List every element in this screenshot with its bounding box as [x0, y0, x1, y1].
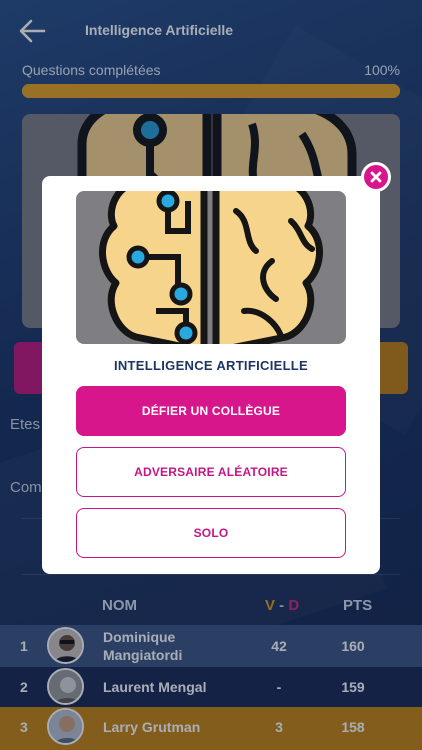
challenge-colleague-button[interactable]: DÉFIER UN COLLÈGUE [76, 386, 346, 436]
modal-category-image [76, 191, 346, 344]
game-mode-modal: INTELLIGENCE ARTIFICIELLE DÉFIER UN COLL… [42, 176, 380, 574]
close-button[interactable] [361, 162, 391, 192]
modal-title: INTELLIGENCE ARTIFICIELLE [113, 358, 309, 373]
close-icon[interactable] [364, 165, 388, 189]
solo-button[interactable]: SOLO [76, 508, 346, 558]
brain-circuit-icon [98, 191, 324, 344]
random-opponent-button[interactable]: ADVERSAIRE ALÉATOIRE [76, 447, 346, 497]
